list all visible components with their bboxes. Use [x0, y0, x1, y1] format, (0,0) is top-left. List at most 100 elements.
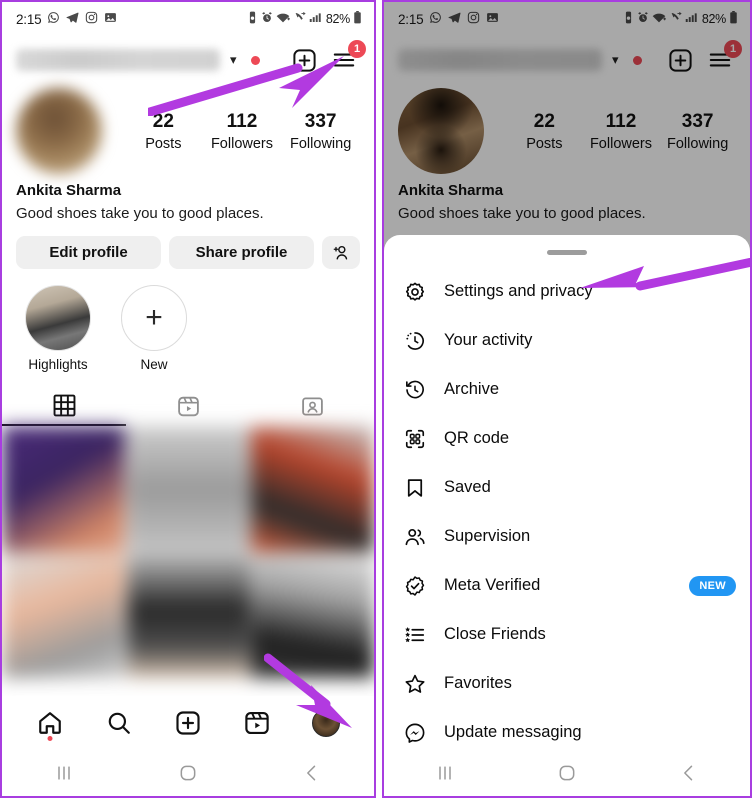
messenger-icon [402, 722, 428, 744]
post-thumbnail[interactable] [126, 426, 250, 552]
nav-create[interactable] [166, 701, 210, 745]
whatsapp-icon [429, 11, 442, 27]
post-thumbnail[interactable] [2, 426, 125, 552]
instagram-icon [85, 11, 98, 27]
tab-reels[interactable] [126, 386, 250, 426]
menu-item-favorites[interactable]: Favorites [384, 659, 750, 708]
home-circle-icon[interactable] [537, 763, 597, 783]
status-time: 2:15 [16, 11, 42, 27]
status-time: 2:15 [398, 11, 424, 27]
post-thumbnail[interactable] [251, 553, 374, 679]
plus-icon: + [145, 301, 163, 335]
highlight-label: Highlights [28, 357, 88, 373]
new-highlight-label: New [140, 357, 168, 373]
account-unread-dot [632, 55, 642, 65]
close-friends-list-icon [402, 624, 428, 646]
add-person-button[interactable] [322, 236, 360, 270]
nav-home[interactable] [28, 701, 72, 745]
hamburger-menu-button[interactable]: 1 [328, 40, 366, 76]
signal-icon [685, 11, 697, 27]
nav-profile[interactable] [304, 701, 348, 745]
profile-avatar[interactable] [398, 88, 484, 174]
menu-item-label: Meta Verified [444, 576, 541, 594]
android-system-nav [2, 750, 374, 796]
sheet-drag-handle[interactable] [547, 250, 587, 255]
stat-followers-label: Followers [210, 135, 273, 152]
menu-item-meta-verified[interactable]: Meta Verified NEW [384, 561, 750, 610]
profile-summary: 22 Posts 112 Followers 337 Following [384, 84, 750, 174]
profile-stats: 22 Posts 112 Followers 337 Following [490, 109, 736, 153]
profile-avatar-icon [311, 709, 340, 737]
nav-reels[interactable] [235, 701, 279, 745]
menu-item-close-friends[interactable]: Close Friends [384, 610, 750, 659]
stat-posts-value: 22 [152, 111, 174, 133]
posts-grid[interactable] [2, 426, 374, 679]
stat-followers[interactable]: 112 Followers [584, 109, 658, 153]
qr-code-icon [402, 428, 428, 450]
add-post-button[interactable] [288, 44, 320, 76]
recents-icon[interactable] [34, 763, 94, 783]
star-icon [402, 673, 428, 695]
wifi-icon [652, 11, 666, 27]
stat-followers[interactable]: 112 Followers [205, 109, 279, 153]
nav-search[interactable] [97, 701, 141, 745]
menu-item-label: Saved [444, 478, 491, 496]
share-profile-button[interactable]: Share profile [169, 236, 314, 270]
alarm-icon [637, 11, 649, 27]
menu-item-label: QR code [444, 429, 510, 447]
profile-actions: Edit profile Share profile [2, 224, 374, 270]
profile-avatar[interactable] [16, 88, 102, 174]
menu-item-label: Close Friends [444, 625, 546, 643]
recents-icon[interactable] [415, 763, 475, 783]
new-highlight-item[interactable]: + New [118, 285, 190, 372]
edit-profile-button[interactable]: Edit profile [16, 236, 161, 270]
menu-item-label: Archive [444, 380, 500, 398]
stat-following[interactable]: 337 Following [284, 109, 358, 153]
stat-following[interactable]: 337 Following [661, 109, 735, 153]
menu-item-settings-and-privacy[interactable]: Settings and privacy [384, 267, 750, 316]
stat-posts[interactable]: 22 Posts [126, 109, 200, 153]
menu-item-label: Favorites [444, 674, 512, 692]
menu-item-qr-code[interactable]: QR code [384, 414, 750, 463]
post-thumbnail[interactable] [251, 426, 374, 552]
status-bar-right: 82% [623, 11, 738, 27]
back-chevron-icon[interactable] [659, 763, 719, 783]
highlight-cover [25, 285, 91, 352]
chevron-down-icon[interactable]: ▾ [612, 52, 619, 68]
alarm-icon [261, 11, 273, 27]
menu-item-archive[interactable]: Archive [384, 365, 750, 414]
username-masked[interactable] [398, 49, 602, 71]
menu-list: Settings and privacy Your activity Archi… [384, 263, 750, 757]
home-unread-dot [47, 736, 53, 741]
highlight-item[interactable]: Highlights [22, 285, 94, 372]
add-post-button[interactable] [664, 44, 696, 76]
call-forward-icon [293, 11, 306, 27]
post-thumbnail[interactable] [2, 553, 125, 679]
menu-item-your-activity[interactable]: Your activity [384, 316, 750, 365]
archive-clock-icon [402, 379, 428, 401]
stat-posts-label: Posts [145, 135, 182, 152]
battery-percent: 82% [701, 12, 726, 26]
android-system-nav [384, 750, 750, 796]
menu-item-saved[interactable]: Saved [384, 463, 750, 512]
menu-item-label: Supervision [444, 527, 531, 545]
home-circle-icon[interactable] [158, 763, 218, 783]
chevron-down-icon[interactable]: ▾ [230, 52, 237, 68]
new-highlight-circle: + [121, 285, 187, 352]
stat-posts[interactable]: 22 Posts [507, 109, 581, 153]
stat-followers-label: Followers [589, 135, 652, 152]
signal-icon [309, 11, 321, 27]
username-masked[interactable] [16, 49, 220, 71]
supervision-people-icon [402, 526, 428, 548]
post-thumbnail[interactable] [126, 553, 250, 679]
instagram-icon [467, 11, 480, 27]
tab-grid[interactable] [2, 386, 126, 427]
verified-badge-icon [402, 575, 428, 597]
hamburger-menu-button[interactable]: 1 [704, 40, 742, 76]
menu-item-label: Settings and privacy [444, 282, 593, 300]
menu-item-supervision[interactable]: Supervision [384, 512, 750, 561]
tab-tagged[interactable] [250, 386, 374, 426]
status-bar-left: 2:15 [398, 11, 499, 27]
whatsapp-icon [47, 11, 60, 27]
back-chevron-icon[interactable] [282, 763, 342, 783]
